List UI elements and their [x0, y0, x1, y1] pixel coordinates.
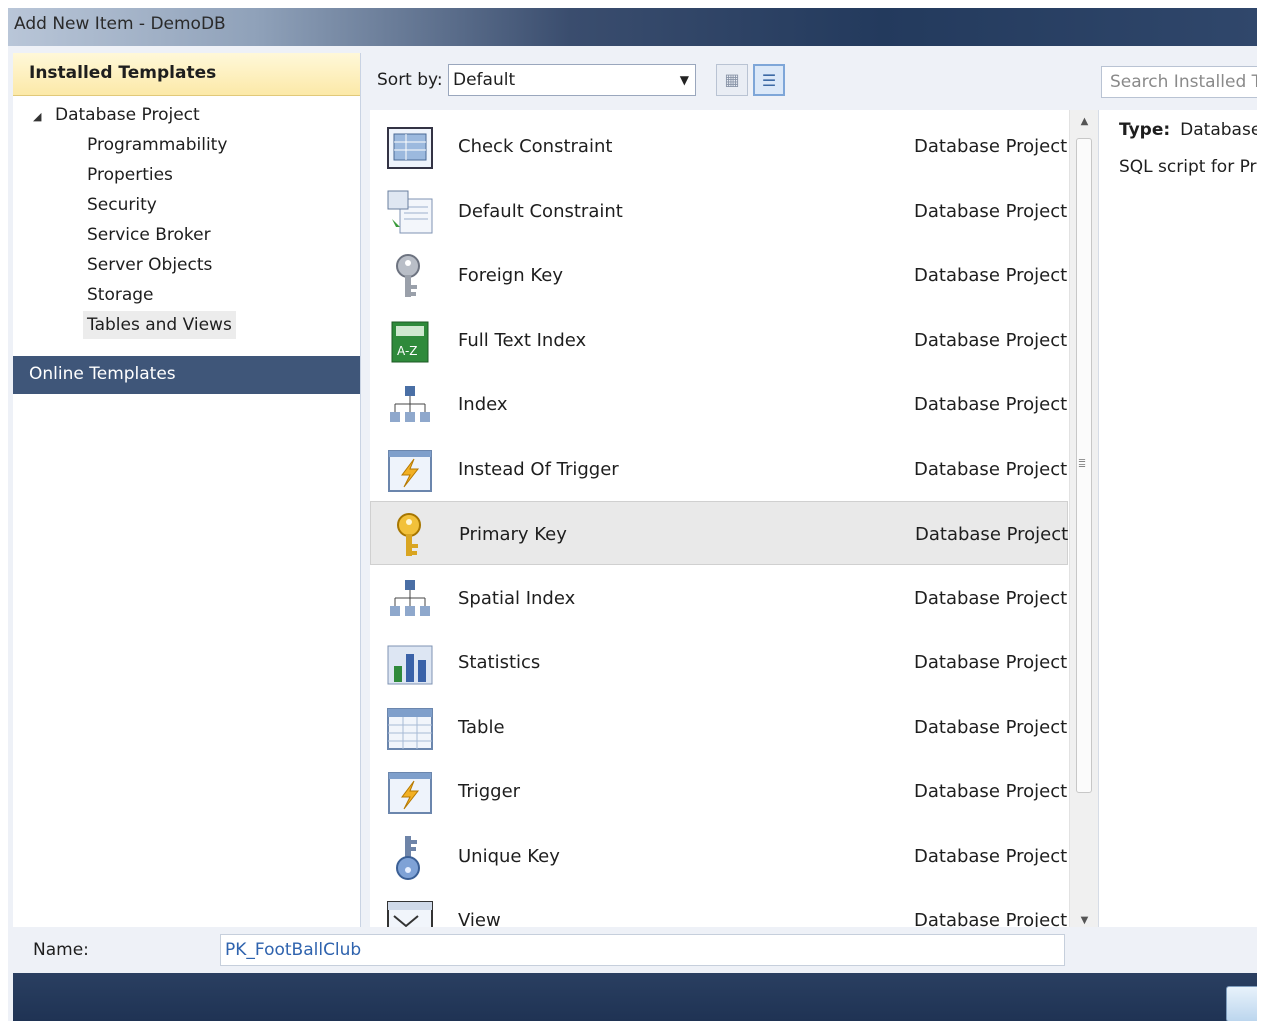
tree-item-storage[interactable]: Storage — [87, 281, 154, 309]
template-item-name: Index — [458, 394, 508, 415]
template-item-category: Database Project — [914, 717, 1068, 738]
template-item-category: Database Project — [915, 524, 1069, 545]
scrollbar-thumb[interactable]: ═ ═ — [1076, 138, 1092, 793]
template-item-name: Table — [458, 717, 505, 738]
name-input[interactable]: PK_FootBallClub — [220, 934, 1065, 966]
template-item-name: Full Text Index — [458, 330, 587, 351]
tree-item-properties[interactable]: Properties — [87, 161, 173, 189]
tree-item-programmability[interactable]: Programmability — [87, 131, 227, 159]
grip-icon: ═ ═ — [1079, 456, 1086, 472]
template-item-name: Foreign Key — [458, 265, 563, 286]
type-row: Type: Database — [1119, 120, 1257, 140]
tree-item-service-broker[interactable]: Service Broker — [87, 221, 211, 249]
add-new-item-dialog: Add New Item - DemoDB Installed Template… — [8, 8, 1257, 1021]
trigger-icon — [386, 769, 434, 817]
primary-key-icon — [387, 512, 435, 560]
template-item-check-constraint[interactable]: Check Constraint Database Project — [370, 114, 1068, 178]
type-value: Database — [1180, 120, 1257, 140]
sort-by-select[interactable]: Default ▼ — [448, 64, 696, 96]
statistics-icon — [386, 640, 434, 688]
search-placeholder: Search Installed Te — [1110, 72, 1257, 92]
template-item-category: Database Project — [914, 136, 1068, 157]
sort-by-label: Sort by: — [377, 70, 443, 90]
dialog-footer — [13, 973, 1257, 1021]
template-item-category: Database Project — [914, 201, 1068, 222]
medium-icons-view-button[interactable]: ▦ — [716, 64, 748, 96]
window-title: Add New Item - DemoDB — [14, 14, 226, 34]
template-item-category: Database Project — [914, 265, 1068, 286]
foreign-key-icon — [386, 253, 434, 301]
title-bar: Add New Item - DemoDB — [8, 8, 1257, 46]
type-label: Type: — [1119, 120, 1171, 140]
template-item-name: Primary Key — [459, 524, 567, 545]
template-item-category: Database Project — [914, 330, 1068, 351]
template-item-category: Database Project — [914, 846, 1068, 867]
template-item-default-constraint[interactable]: Default Constraint Database Project — [370, 179, 1068, 243]
unique-key-icon — [386, 834, 434, 882]
tree-root-label: Database Project — [55, 105, 200, 125]
name-input-value: PK_FootBallClub — [225, 940, 362, 960]
grid-view-icon: ▦ — [724, 70, 740, 89]
template-item-name: Trigger — [458, 781, 521, 802]
online-templates-header[interactable]: Online Templates — [13, 356, 360, 394]
tree-item-database-project[interactable]: ◢ Database Project — [33, 105, 200, 133]
tree-item-server-objects[interactable]: Server Objects — [87, 251, 212, 279]
template-item-category: Database Project — [914, 459, 1068, 480]
add-button[interactable] — [1226, 986, 1257, 1021]
template-item-primary-key[interactable]: Primary Key Database Project — [370, 501, 1068, 565]
template-item-category: Database Project — [914, 652, 1068, 673]
installed-templates-header[interactable]: Installed Templates — [13, 53, 360, 96]
template-item-name: Instead Of Trigger — [458, 459, 619, 480]
template-item-unique-key[interactable]: Unique Key Database Project — [370, 824, 1068, 888]
sort-by-value: Default — [453, 70, 516, 90]
chevron-down-icon: ▼ — [679, 73, 689, 87]
template-item-table[interactable]: Table Database Project — [370, 695, 1068, 759]
template-categories-pane: Installed Templates ◢ Database Project Pr… — [13, 53, 361, 933]
template-item-foreign-key[interactable]: Foreign Key Database Project — [370, 243, 1068, 307]
installed-templates-label: Installed Templates — [29, 63, 217, 83]
template-item-name: Statistics — [458, 652, 541, 673]
spatial-index-icon — [386, 576, 434, 624]
name-label: Name: — [33, 940, 89, 960]
online-templates-label: Online Templates — [29, 364, 176, 384]
template-item-category: Database Project — [914, 781, 1068, 802]
template-item-name: Default Constraint — [458, 201, 623, 222]
name-row: Name: PK_FootBallClub — [13, 927, 1257, 973]
template-item-category: Database Project — [914, 394, 1068, 415]
list-view-icon: ☰ — [761, 71, 777, 90]
full-text-index-icon: A-Z — [386, 318, 434, 366]
check-constraint-icon — [386, 124, 434, 172]
search-installed-templates-input[interactable]: Search Installed Te — [1101, 66, 1257, 98]
list-view-button[interactable]: ☰ — [753, 64, 785, 96]
template-item-statistics[interactable]: Statistics Database Project — [370, 630, 1068, 694]
trigger-icon — [386, 447, 434, 495]
template-details-pane: Type: Database SQL script for Pri — [1098, 110, 1257, 933]
tree-item-tables-and-views[interactable]: Tables and Views — [83, 311, 236, 339]
toolbar: Sort by: Default ▼ ▦ ☰ Search Installed … — [361, 53, 1257, 111]
scroll-up-arrow-icon[interactable]: ▲ — [1070, 110, 1098, 134]
table-icon — [386, 705, 434, 753]
template-item-instead-of-trigger[interactable]: Instead Of Trigger Database Project — [370, 437, 1068, 501]
template-item-trigger[interactable]: Trigger Database Project — [370, 759, 1068, 823]
index-icon — [386, 382, 434, 430]
template-item-name: Spatial Index — [458, 588, 576, 609]
template-item-category: Database Project — [914, 588, 1068, 609]
template-item-name: Check Constraint — [458, 136, 613, 157]
template-list: Check Constraint Database Project Default … — [370, 110, 1098, 933]
svg-text:A-Z: A-Z — [397, 344, 418, 358]
tree-item-security[interactable]: Security — [87, 191, 157, 219]
template-item-full-text-index[interactable]: A-Z Full Text Index Database Project — [370, 308, 1068, 372]
template-item-spatial-index[interactable]: Spatial Index Database Project — [370, 566, 1068, 630]
template-description: SQL script for Pri — [1119, 157, 1257, 177]
template-item-name: Unique Key — [458, 846, 560, 867]
expand-arrow-icon[interactable]: ◢ — [33, 110, 55, 123]
template-item-index[interactable]: Index Database Project — [370, 372, 1068, 436]
vertical-scrollbar[interactable]: ▲ ═ ═ ▼ — [1069, 110, 1098, 933]
default-constraint-icon — [386, 189, 434, 237]
